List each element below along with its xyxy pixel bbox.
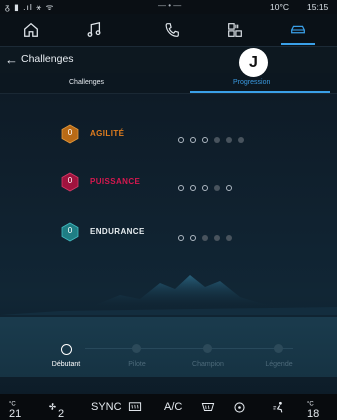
signal-indicators: ᵹ ▮ .ıl ⚹ ᯤ (5, 2, 55, 12)
apps-icon (228, 23, 242, 37)
tab-progression[interactable]: Progression (233, 79, 270, 86)
page-header: ← Challenges (0, 47, 337, 73)
dot-filled (238, 137, 244, 143)
nav-phone[interactable] (147, 14, 197, 46)
dot-filled (214, 137, 220, 143)
back-arrow-icon[interactable]: ← (5, 52, 18, 67)
airflow-icon (273, 401, 283, 413)
level-label: Champion (192, 361, 224, 368)
challenge-name: AGILITÉ (90, 129, 125, 138)
status-center: — • — (158, 1, 182, 10)
nav-home[interactable] (6, 14, 56, 46)
current-level-marker (61, 344, 72, 355)
challenge-name: ENDURANCE (90, 227, 145, 236)
car-icon (291, 25, 305, 34)
level-marker (203, 344, 212, 353)
challenge-score: 0 (67, 226, 73, 235)
left-temperature[interactable]: 21 °C (9, 401, 21, 420)
challenge-row-puissance[interactable]: 0 PUISSANCE (0, 172, 337, 192)
app-screen: ᵹ ▮ .ıl ⚹ ᯤ — • — 10°C 15:15 ← Challenge… (0, 0, 337, 420)
challenge-name: PUISSANCE (90, 177, 141, 186)
dot-empty (202, 137, 208, 143)
sync-button[interactable]: SYNC (91, 401, 122, 413)
level-marker (274, 344, 283, 353)
status-bar: ᵹ ▮ .ıl ⚹ ᯤ — • — 10°C 15:15 (0, 0, 337, 14)
rear-defrost-button[interactable] (128, 401, 142, 416)
tab-challenges[interactable]: Challenges (69, 79, 104, 86)
clock: 15:15 (307, 2, 329, 12)
dot-filled (202, 235, 208, 241)
windshield-icon (201, 403, 215, 411)
level-marker (132, 344, 141, 353)
terrain-illustration (0, 275, 337, 315)
level-label: Légende (265, 361, 293, 368)
challenge-score: 0 (67, 176, 73, 185)
nav-car[interactable] (273, 14, 323, 46)
challenge-row-agilite[interactable]: 0 AGILITÉ (0, 124, 337, 144)
climate-bar: 21 °C 2 SYNC A/C 18 °C (0, 394, 337, 420)
challenge-row-endurance[interactable]: 0 ENDURANCE (0, 222, 337, 242)
level-label: Pilote (128, 361, 146, 368)
airflow-button[interactable] (272, 401, 286, 417)
dot-filled (226, 235, 232, 241)
level-progress: Débutant Pilote Champion Légende (0, 317, 337, 377)
callout-badge: J (239, 48, 268, 77)
dot-empty (190, 185, 196, 191)
dot-filled (214, 235, 220, 241)
level-label: Débutant (51, 361, 81, 368)
dot-filled (226, 137, 232, 143)
dot-empty (178, 137, 184, 143)
ac-button[interactable]: A/C (164, 401, 182, 413)
dot-empty (190, 235, 196, 241)
dot-empty (202, 185, 208, 191)
home-icon (24, 22, 38, 37)
level-dots (178, 178, 238, 196)
nav-apps[interactable] (210, 14, 260, 46)
right-temperature[interactable]: 18 °C (307, 401, 319, 420)
fan-speed[interactable]: 2 (47, 401, 64, 420)
page-title: Challenges (21, 53, 74, 65)
dot-filled (214, 185, 220, 191)
seat-heat-button[interactable] (233, 401, 246, 417)
challenge-score: 0 (67, 128, 73, 137)
main-nav (0, 14, 337, 47)
dot-empty (190, 137, 196, 143)
fan-icon (49, 403, 56, 410)
music-icon (87, 22, 101, 37)
nav-music[interactable] (69, 14, 119, 46)
dot-empty (178, 235, 184, 241)
steering-wheel-icon (234, 402, 245, 413)
phone-icon (165, 23, 179, 37)
dot-empty (226, 185, 232, 191)
defrost-icon (128, 402, 142, 411)
level-track (85, 348, 293, 349)
level-dots (178, 228, 238, 246)
front-defrost-button[interactable] (201, 401, 215, 416)
dot-empty (178, 185, 184, 191)
active-tab-indicator (190, 91, 330, 93)
outside-temperature: 10°C (270, 2, 289, 12)
level-dots (178, 130, 250, 148)
